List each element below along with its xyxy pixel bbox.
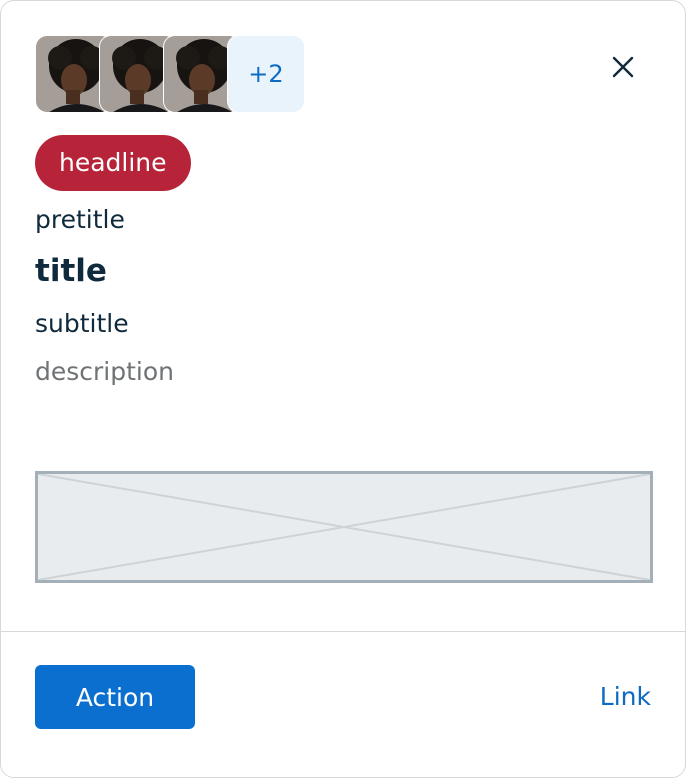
description: description bbox=[35, 357, 175, 386]
image-placeholder-icon bbox=[38, 474, 650, 580]
subtitle: subtitle bbox=[35, 309, 129, 338]
close-icon bbox=[612, 56, 634, 78]
close-button[interactable] bbox=[605, 49, 641, 85]
footer-divider bbox=[1, 631, 685, 632]
pretitle: pretitle bbox=[35, 205, 125, 234]
action-button[interactable]: Action bbox=[35, 665, 195, 729]
avatar-overflow-count[interactable]: +2 bbox=[227, 35, 305, 113]
card-title: title bbox=[35, 253, 107, 289]
headline-tag: headline bbox=[35, 135, 191, 191]
card: +2 headline pretitle title subtitle desc… bbox=[0, 0, 686, 778]
footer-link[interactable]: Link bbox=[600, 679, 651, 715]
image-placeholder bbox=[35, 471, 653, 583]
avatar-group: +2 bbox=[35, 35, 315, 115]
